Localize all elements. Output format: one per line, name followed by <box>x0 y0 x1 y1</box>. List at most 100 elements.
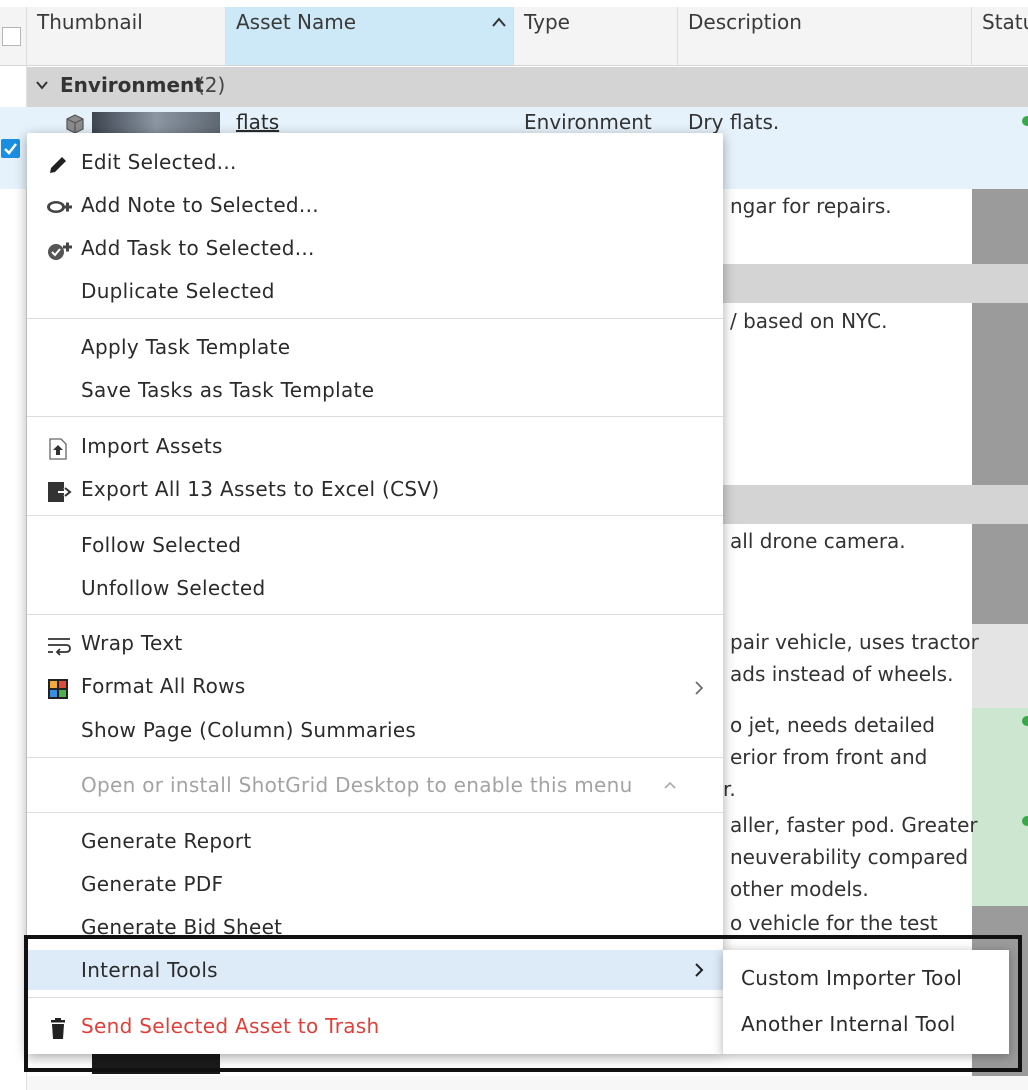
menu-label: Format All Rows <box>81 674 246 698</box>
menu-label: Duplicate Selected <box>81 279 275 303</box>
menu-label: Show Page (Column) Summaries <box>81 718 417 742</box>
header-asset-name[interactable]: Asset Name <box>226 7 514 66</box>
status-cell <box>972 303 1028 485</box>
description-fragment: pair vehicle, uses tractor <box>730 630 979 654</box>
menu-label: Follow Selected <box>81 533 242 557</box>
menu-label: Add Note to Selected... <box>81 193 319 217</box>
description-fragment: ads instead of wheels. <box>730 662 954 686</box>
menu-item-show-summaries[interactable]: Show Page (Column) Summaries <box>27 710 723 750</box>
status-cell <box>972 189 1028 264</box>
description-fragment: aller, faster pod. Greater <box>730 813 978 837</box>
thumbnail-image[interactable] <box>92 112 220 134</box>
header-thumbnail[interactable]: Thumbnail <box>27 7 226 66</box>
table-row[interactable] <box>27 1076 1028 1090</box>
context-menu: Edit Selected... Add Note to Selected...… <box>27 133 723 1054</box>
status-cell <box>972 708 1028 807</box>
status-cell <box>972 624 1028 708</box>
menu-item-export-csv[interactable]: Export All 13 Assets to Excel (CSV) <box>27 469 723 509</box>
menu-item-send-to-trash[interactable]: Send Selected Asset to Trash <box>27 1006 723 1046</box>
menu-item-edit-selected[interactable]: Edit Selected... <box>27 142 723 182</box>
status-cell <box>972 807 1028 906</box>
menu-item-unfollow[interactable]: Unfollow Selected <box>27 568 723 608</box>
menu-label: Generate Bid Sheet <box>81 915 283 939</box>
header-label: Thumbnail <box>37 10 143 34</box>
menu-item-generate-pdf[interactable]: Generate PDF <box>27 864 723 904</box>
import-icon <box>46 434 70 460</box>
submenu-item-custom-importer[interactable]: Custom Importer Tool <box>723 955 1009 1001</box>
menu-item-add-note[interactable]: Add Note to Selected... <box>27 185 723 225</box>
select-all-checkbox[interactable] <box>2 27 21 46</box>
menu-item-wrap-text[interactable]: Wrap Text <box>27 623 723 663</box>
header-label: Type <box>524 10 570 34</box>
status-icon <box>1022 716 1028 726</box>
menu-label: Send Selected Asset to Trash <box>81 1014 380 1038</box>
description-fragment: other models. <box>730 877 869 901</box>
description-fragment: erior from front and <box>730 745 928 769</box>
header-label: Asset Name <box>236 10 357 34</box>
menu-item-internal-tools[interactable]: Internal Tools <box>27 950 723 990</box>
menu-label: Edit Selected... <box>81 150 237 174</box>
header-label: Statu <box>982 10 1028 34</box>
menu-item-import-assets[interactable]: Import Assets <box>27 426 723 466</box>
sort-ascending-icon <box>491 13 507 32</box>
menu-label: Save Tasks as Task Template <box>81 378 375 402</box>
group-count: (2) <box>197 73 226 97</box>
wrap-text-icon <box>46 631 71 656</box>
header-label: Description <box>688 10 802 34</box>
menu-label: Open or install ShotGrid Desktop to enab… <box>81 773 633 797</box>
select-all-cell <box>0 7 27 66</box>
submenu-item-another-tool[interactable]: Another Internal Tool <box>723 1001 1009 1047</box>
menu-item-follow[interactable]: Follow Selected <box>27 525 723 565</box>
menu-divider <box>27 515 723 516</box>
internal-tools-submenu: Custom Importer Tool Another Internal To… <box>723 950 1009 1054</box>
menu-divider <box>27 416 723 417</box>
chevron-right-icon <box>693 950 705 1003</box>
menu-divider <box>27 812 723 813</box>
menu-item-format-rows[interactable]: Format All Rows <box>27 666 723 706</box>
add-note-icon <box>46 193 72 217</box>
menu-item-apply-task-template[interactable]: Apply Task Template <box>27 327 723 367</box>
row-selector-gutter <box>0 66 27 1090</box>
row-checkbox-checked[interactable] <box>1 139 20 158</box>
menu-label: Wrap Text <box>81 631 183 655</box>
submenu-label: Another Internal Tool <box>741 1012 956 1036</box>
thumbnail-image[interactable] <box>92 1054 220 1074</box>
pencil-icon <box>46 150 70 174</box>
menu-label: Generate Report <box>81 829 252 853</box>
description-fragment: / based on NYC. <box>730 309 888 333</box>
menu-divider <box>27 997 723 998</box>
add-task-icon <box>46 236 72 260</box>
status-cell <box>972 524 1028 624</box>
menu-item-save-task-template[interactable]: Save Tasks as Task Template <box>27 370 723 410</box>
menu-item-generate-report[interactable]: Generate Report <box>27 821 723 861</box>
menu-label: Import Assets <box>81 434 223 458</box>
description-fragment: neuverability compared <box>730 845 969 869</box>
menu-label: Export All 13 Assets to Excel (CSV) <box>81 477 440 501</box>
menu-item-add-task[interactable]: Add Task to Selected... <box>27 228 723 268</box>
chevron-down-icon[interactable] <box>35 77 49 96</box>
menu-label: Internal Tools <box>81 958 218 982</box>
menu-item-desktop-notice: Open or install ShotGrid Desktop to enab… <box>27 765 723 805</box>
export-icon <box>46 477 72 502</box>
header-type[interactable]: Type <box>514 7 678 66</box>
group-row-environment[interactable]: Environment (2) <box>27 67 1028 107</box>
menu-label: Apply Task Template <box>81 335 291 359</box>
description-fragment: o jet, needs detailed <box>730 713 935 737</box>
menu-label: Generate PDF <box>81 872 224 896</box>
chevron-up-icon[interactable] <box>663 765 677 818</box>
status-icon <box>1022 816 1028 826</box>
description-fragment: ngar for repairs. <box>730 194 892 218</box>
format-grid-icon <box>46 674 70 699</box>
group-name: Environment <box>60 73 204 97</box>
status-icon <box>1022 116 1028 126</box>
header-description[interactable]: Description <box>678 7 972 66</box>
header-status[interactable]: Statu <box>972 7 1028 66</box>
description-fragment: r. <box>723 777 736 801</box>
menu-divider <box>27 614 723 615</box>
menu-item-duplicate[interactable]: Duplicate Selected <box>27 271 723 311</box>
menu-divider <box>27 757 723 758</box>
menu-label: Add Task to Selected... <box>81 236 315 260</box>
trash-icon <box>46 1014 70 1039</box>
menu-item-generate-bid-sheet[interactable]: Generate Bid Sheet <box>27 907 723 947</box>
menu-label: Unfollow Selected <box>81 576 266 600</box>
